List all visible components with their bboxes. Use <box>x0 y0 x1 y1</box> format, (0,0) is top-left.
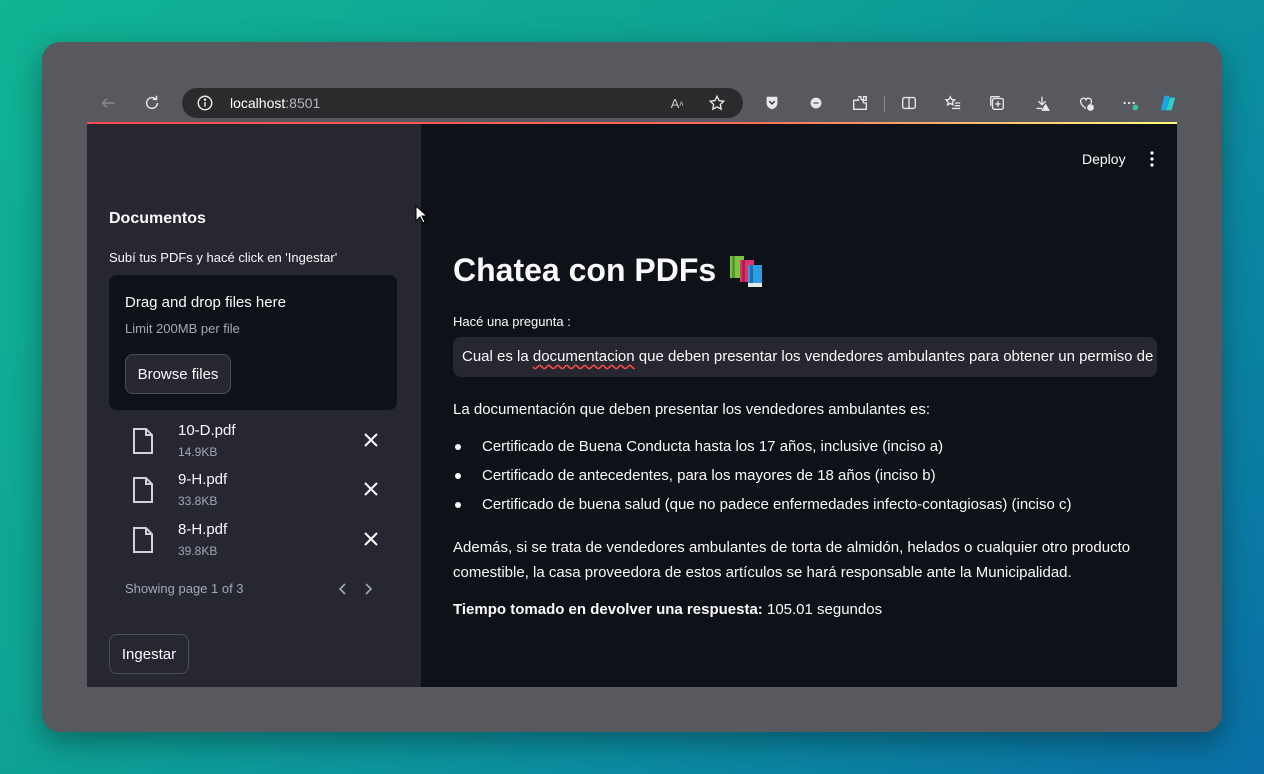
url-text[interactable]: localhost:8501 <box>230 95 320 111</box>
main-menu-icon[interactable] <box>1147 150 1157 168</box>
response-time: Tiempo tomado en devolver una respuesta:… <box>453 601 883 618</box>
books-emoji-icon <box>730 255 763 287</box>
chevron-left-icon[interactable] <box>336 581 350 597</box>
file-name: 8-H.pdf <box>178 521 228 538</box>
refresh-icon[interactable] <box>139 90 165 116</box>
file-item: 9-H.pdf 33.8KB <box>109 471 397 519</box>
file-icon <box>133 477 153 503</box>
back-icon[interactable] <box>95 90 121 116</box>
file-item: 8-H.pdf 39.8KB <box>109 521 397 569</box>
chevron-right-icon[interactable] <box>361 581 375 597</box>
browser-toolbar: localhost:8501 Aʌ <box>87 84 1177 122</box>
remove-file-icon[interactable] <box>361 479 381 499</box>
list-item: Certificado de antecedentes, para los ma… <box>453 463 1153 492</box>
toolbar-separator <box>884 96 885 112</box>
sidebar: Documentos Subí tus PDFs y hacé click en… <box>87 124 421 687</box>
remove-file-icon[interactable] <box>361 430 381 450</box>
deploy-button[interactable]: Deploy <box>1082 151 1126 167</box>
chat-bubble-extension-icon[interactable] <box>803 90 829 116</box>
question-label: Hacé una pregunta : <box>453 314 571 329</box>
main-content: Deploy Chatea con PDFs Hacé una pregunta… <box>421 124 1177 687</box>
file-icon <box>133 527 153 553</box>
list-item: Certificado de buena salud (que no padec… <box>453 492 1153 521</box>
file-size: 33.8KB <box>178 494 218 508</box>
collections-icon[interactable] <box>984 90 1010 116</box>
split-screen-icon[interactable] <box>896 90 922 116</box>
dropzone-title: Drag and drop files here <box>125 294 286 311</box>
remove-file-icon[interactable] <box>361 529 381 549</box>
streamlit-app: Documentos Subí tus PDFs y hacé click en… <box>87 124 1177 687</box>
mouse-cursor-icon <box>415 205 429 224</box>
file-item: 10-D.pdf 14.9KB <box>109 422 397 470</box>
file-dropzone[interactable]: Drag and drop files here Limit 200MB per… <box>109 275 397 410</box>
browse-files-button[interactable]: Browse files <box>125 354 231 394</box>
browser-essentials-icon[interactable] <box>1073 90 1099 116</box>
answer-paragraph: Además, si se trata de vendedores ambula… <box>453 539 1131 581</box>
file-size: 14.9KB <box>178 445 218 459</box>
downloads-icon[interactable] <box>1029 90 1055 116</box>
more-options-icon[interactable] <box>1117 90 1143 116</box>
file-size: 39.8KB <box>178 544 218 558</box>
question-input[interactable]: Cual es la documentacion que deben prese… <box>453 337 1157 377</box>
pagination-text: Showing page 1 of 3 <box>125 581 244 596</box>
file-name: 10-D.pdf <box>178 422 236 439</box>
copilot-icon[interactable] <box>1155 90 1181 116</box>
favorites-list-icon[interactable] <box>940 90 966 116</box>
site-info-icon[interactable] <box>196 94 214 112</box>
address-bar[interactable]: localhost:8501 Aʌ <box>182 88 743 118</box>
answer-bullet-list: Certificado de Buena Conducta hasta los … <box>453 434 1153 521</box>
read-aloud-icon[interactable]: Aʌ <box>666 92 688 114</box>
dropzone-limit: Limit 200MB per file <box>125 321 240 336</box>
shield-extension-icon[interactable] <box>759 90 785 116</box>
list-item: Certificado de Buena Conducta hasta los … <box>453 434 1153 463</box>
file-name: 9-H.pdf <box>178 471 228 488</box>
sidebar-description: Subí tus PDFs y hacé click en 'Ingestar' <box>109 250 338 265</box>
file-icon <box>133 428 153 454</box>
answer-intro: La documentación que deben presentar los… <box>453 401 930 418</box>
page-title: Chatea con PDFs <box>453 252 766 289</box>
ingest-button[interactable]: Ingestar <box>109 634 189 674</box>
sidebar-title: Documentos <box>109 210 206 227</box>
page-title-text: Chatea con PDFs <box>453 252 717 288</box>
extensions-puzzle-icon[interactable] <box>847 90 873 116</box>
favorite-star-icon[interactable] <box>706 92 728 114</box>
